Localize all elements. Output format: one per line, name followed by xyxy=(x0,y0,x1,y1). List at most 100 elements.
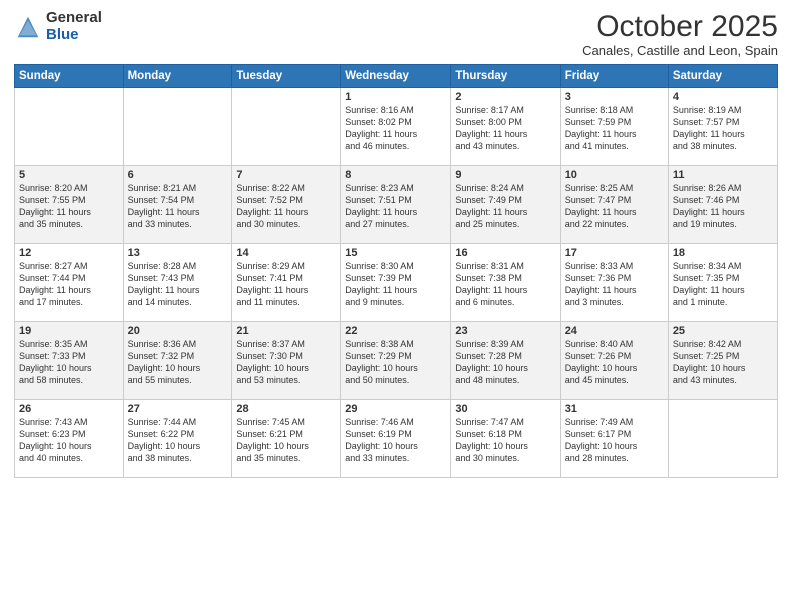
day-info: Sunrise: 8:42 AM Sunset: 7:25 PM Dayligh… xyxy=(673,338,773,387)
calendar-cell-w1-d4: 1Sunrise: 8:16 AM Sunset: 8:02 PM Daylig… xyxy=(341,88,451,166)
day-info: Sunrise: 8:28 AM Sunset: 7:43 PM Dayligh… xyxy=(128,260,228,309)
calendar-header-row: Sunday Monday Tuesday Wednesday Thursday… xyxy=(15,65,778,88)
logo-icon xyxy=(14,13,42,41)
day-info: Sunrise: 8:38 AM Sunset: 7:29 PM Dayligh… xyxy=(345,338,446,387)
calendar-cell-w5-d4: 29Sunrise: 7:46 AM Sunset: 6:19 PM Dayli… xyxy=(341,400,451,478)
calendar-cell-w4-d4: 22Sunrise: 8:38 AM Sunset: 7:29 PM Dayli… xyxy=(341,322,451,400)
calendar-week-3: 12Sunrise: 8:27 AM Sunset: 7:44 PM Dayli… xyxy=(15,244,778,322)
logo-blue: Blue xyxy=(46,26,79,43)
calendar: Sunday Monday Tuesday Wednesday Thursday… xyxy=(14,64,778,478)
day-info: Sunrise: 8:17 AM Sunset: 8:00 PM Dayligh… xyxy=(455,104,555,153)
calendar-cell-w1-d7: 4Sunrise: 8:19 AM Sunset: 7:57 PM Daylig… xyxy=(668,88,777,166)
day-number: 21 xyxy=(236,325,336,337)
month-title: October 2025 xyxy=(582,10,778,43)
day-info: Sunrise: 8:40 AM Sunset: 7:26 PM Dayligh… xyxy=(565,338,664,387)
calendar-week-2: 5Sunrise: 8:20 AM Sunset: 7:55 PM Daylig… xyxy=(15,166,778,244)
day-info: Sunrise: 8:22 AM Sunset: 7:52 PM Dayligh… xyxy=(236,182,336,231)
calendar-cell-w4-d3: 21Sunrise: 8:37 AM Sunset: 7:30 PM Dayli… xyxy=(232,322,341,400)
calendar-cell-w1-d3 xyxy=(232,88,341,166)
day-number: 28 xyxy=(236,403,336,415)
calendar-cell-w3-d7: 18Sunrise: 8:34 AM Sunset: 7:35 PM Dayli… xyxy=(668,244,777,322)
calendar-cell-w4-d6: 24Sunrise: 8:40 AM Sunset: 7:26 PM Dayli… xyxy=(560,322,668,400)
day-info: Sunrise: 8:16 AM Sunset: 8:02 PM Dayligh… xyxy=(345,104,446,153)
day-number: 27 xyxy=(128,403,228,415)
day-number: 11 xyxy=(673,169,773,181)
calendar-cell-w2-d1: 5Sunrise: 8:20 AM Sunset: 7:55 PM Daylig… xyxy=(15,166,124,244)
day-number: 6 xyxy=(128,169,228,181)
day-info: Sunrise: 8:29 AM Sunset: 7:41 PM Dayligh… xyxy=(236,260,336,309)
day-number: 4 xyxy=(673,91,773,103)
day-number: 16 xyxy=(455,247,555,259)
calendar-cell-w3-d6: 17Sunrise: 8:33 AM Sunset: 7:36 PM Dayli… xyxy=(560,244,668,322)
day-number: 9 xyxy=(455,169,555,181)
day-info: Sunrise: 8:34 AM Sunset: 7:35 PM Dayligh… xyxy=(673,260,773,309)
day-info: Sunrise: 8:31 AM Sunset: 7:38 PM Dayligh… xyxy=(455,260,555,309)
calendar-cell-w2-d5: 9Sunrise: 8:24 AM Sunset: 7:49 PM Daylig… xyxy=(451,166,560,244)
calendar-cell-w4-d2: 20Sunrise: 8:36 AM Sunset: 7:32 PM Dayli… xyxy=(123,322,232,400)
calendar-week-4: 19Sunrise: 8:35 AM Sunset: 7:33 PM Dayli… xyxy=(15,322,778,400)
day-number: 10 xyxy=(565,169,664,181)
day-number: 8 xyxy=(345,169,446,181)
day-info: Sunrise: 8:36 AM Sunset: 7:32 PM Dayligh… xyxy=(128,338,228,387)
calendar-week-1: 1Sunrise: 8:16 AM Sunset: 8:02 PM Daylig… xyxy=(15,88,778,166)
day-number: 15 xyxy=(345,247,446,259)
day-number: 30 xyxy=(455,403,555,415)
day-info: Sunrise: 8:23 AM Sunset: 7:51 PM Dayligh… xyxy=(345,182,446,231)
day-number: 26 xyxy=(19,403,119,415)
day-info: Sunrise: 8:37 AM Sunset: 7:30 PM Dayligh… xyxy=(236,338,336,387)
day-info: Sunrise: 8:33 AM Sunset: 7:36 PM Dayligh… xyxy=(565,260,664,309)
col-monday: Monday xyxy=(123,65,232,88)
location-subtitle: Canales, Castille and Leon, Spain xyxy=(582,43,778,58)
day-info: Sunrise: 7:47 AM Sunset: 6:18 PM Dayligh… xyxy=(455,416,555,465)
day-info: Sunrise: 8:26 AM Sunset: 7:46 PM Dayligh… xyxy=(673,182,773,231)
title-block: October 2025 Canales, Castille and Leon,… xyxy=(582,10,778,58)
day-number: 1 xyxy=(345,91,446,103)
calendar-cell-w2-d6: 10Sunrise: 8:25 AM Sunset: 7:47 PM Dayli… xyxy=(560,166,668,244)
calendar-cell-w2-d7: 11Sunrise: 8:26 AM Sunset: 7:46 PM Dayli… xyxy=(668,166,777,244)
day-number: 5 xyxy=(19,169,119,181)
day-info: Sunrise: 7:44 AM Sunset: 6:22 PM Dayligh… xyxy=(128,416,228,465)
col-thursday: Thursday xyxy=(451,65,560,88)
day-number: 20 xyxy=(128,325,228,337)
col-saturday: Saturday xyxy=(668,65,777,88)
day-number: 29 xyxy=(345,403,446,415)
calendar-cell-w2-d2: 6Sunrise: 8:21 AM Sunset: 7:54 PM Daylig… xyxy=(123,166,232,244)
day-info: Sunrise: 7:45 AM Sunset: 6:21 PM Dayligh… xyxy=(236,416,336,465)
day-number: 13 xyxy=(128,247,228,259)
logo-text: General Blue xyxy=(46,10,102,43)
day-info: Sunrise: 8:19 AM Sunset: 7:57 PM Dayligh… xyxy=(673,104,773,153)
calendar-week-5: 26Sunrise: 7:43 AM Sunset: 6:23 PM Dayli… xyxy=(15,400,778,478)
day-info: Sunrise: 7:49 AM Sunset: 6:17 PM Dayligh… xyxy=(565,416,664,465)
logo: General Blue xyxy=(14,10,102,43)
calendar-cell-w5-d5: 30Sunrise: 7:47 AM Sunset: 6:18 PM Dayli… xyxy=(451,400,560,478)
calendar-cell-w3-d4: 15Sunrise: 8:30 AM Sunset: 7:39 PM Dayli… xyxy=(341,244,451,322)
day-number: 24 xyxy=(565,325,664,337)
calendar-cell-w1-d6: 3Sunrise: 8:18 AM Sunset: 7:59 PM Daylig… xyxy=(560,88,668,166)
day-info: Sunrise: 8:27 AM Sunset: 7:44 PM Dayligh… xyxy=(19,260,119,309)
day-number: 3 xyxy=(565,91,664,103)
day-info: Sunrise: 8:21 AM Sunset: 7:54 PM Dayligh… xyxy=(128,182,228,231)
calendar-cell-w1-d1 xyxy=(15,88,124,166)
calendar-cell-w5-d1: 26Sunrise: 7:43 AM Sunset: 6:23 PM Dayli… xyxy=(15,400,124,478)
day-number: 22 xyxy=(345,325,446,337)
col-sunday: Sunday xyxy=(15,65,124,88)
calendar-cell-w5-d2: 27Sunrise: 7:44 AM Sunset: 6:22 PM Dayli… xyxy=(123,400,232,478)
day-number: 17 xyxy=(565,247,664,259)
day-info: Sunrise: 8:24 AM Sunset: 7:49 PM Dayligh… xyxy=(455,182,555,231)
day-info: Sunrise: 8:18 AM Sunset: 7:59 PM Dayligh… xyxy=(565,104,664,153)
col-wednesday: Wednesday xyxy=(341,65,451,88)
day-number: 23 xyxy=(455,325,555,337)
calendar-cell-w4-d5: 23Sunrise: 8:39 AM Sunset: 7:28 PM Dayli… xyxy=(451,322,560,400)
calendar-cell-w4-d1: 19Sunrise: 8:35 AM Sunset: 7:33 PM Dayli… xyxy=(15,322,124,400)
calendar-cell-w5-d6: 31Sunrise: 7:49 AM Sunset: 6:17 PM Dayli… xyxy=(560,400,668,478)
logo-general: General xyxy=(46,9,102,26)
calendar-cell-w2-d3: 7Sunrise: 8:22 AM Sunset: 7:52 PM Daylig… xyxy=(232,166,341,244)
col-friday: Friday xyxy=(560,65,668,88)
day-info: Sunrise: 8:35 AM Sunset: 7:33 PM Dayligh… xyxy=(19,338,119,387)
calendar-cell-w1-d2 xyxy=(123,88,232,166)
day-info: Sunrise: 8:30 AM Sunset: 7:39 PM Dayligh… xyxy=(345,260,446,309)
col-tuesday: Tuesday xyxy=(232,65,341,88)
day-number: 2 xyxy=(455,91,555,103)
day-info: Sunrise: 7:46 AM Sunset: 6:19 PM Dayligh… xyxy=(345,416,446,465)
page: General Blue October 2025 Canales, Casti… xyxy=(0,0,792,612)
